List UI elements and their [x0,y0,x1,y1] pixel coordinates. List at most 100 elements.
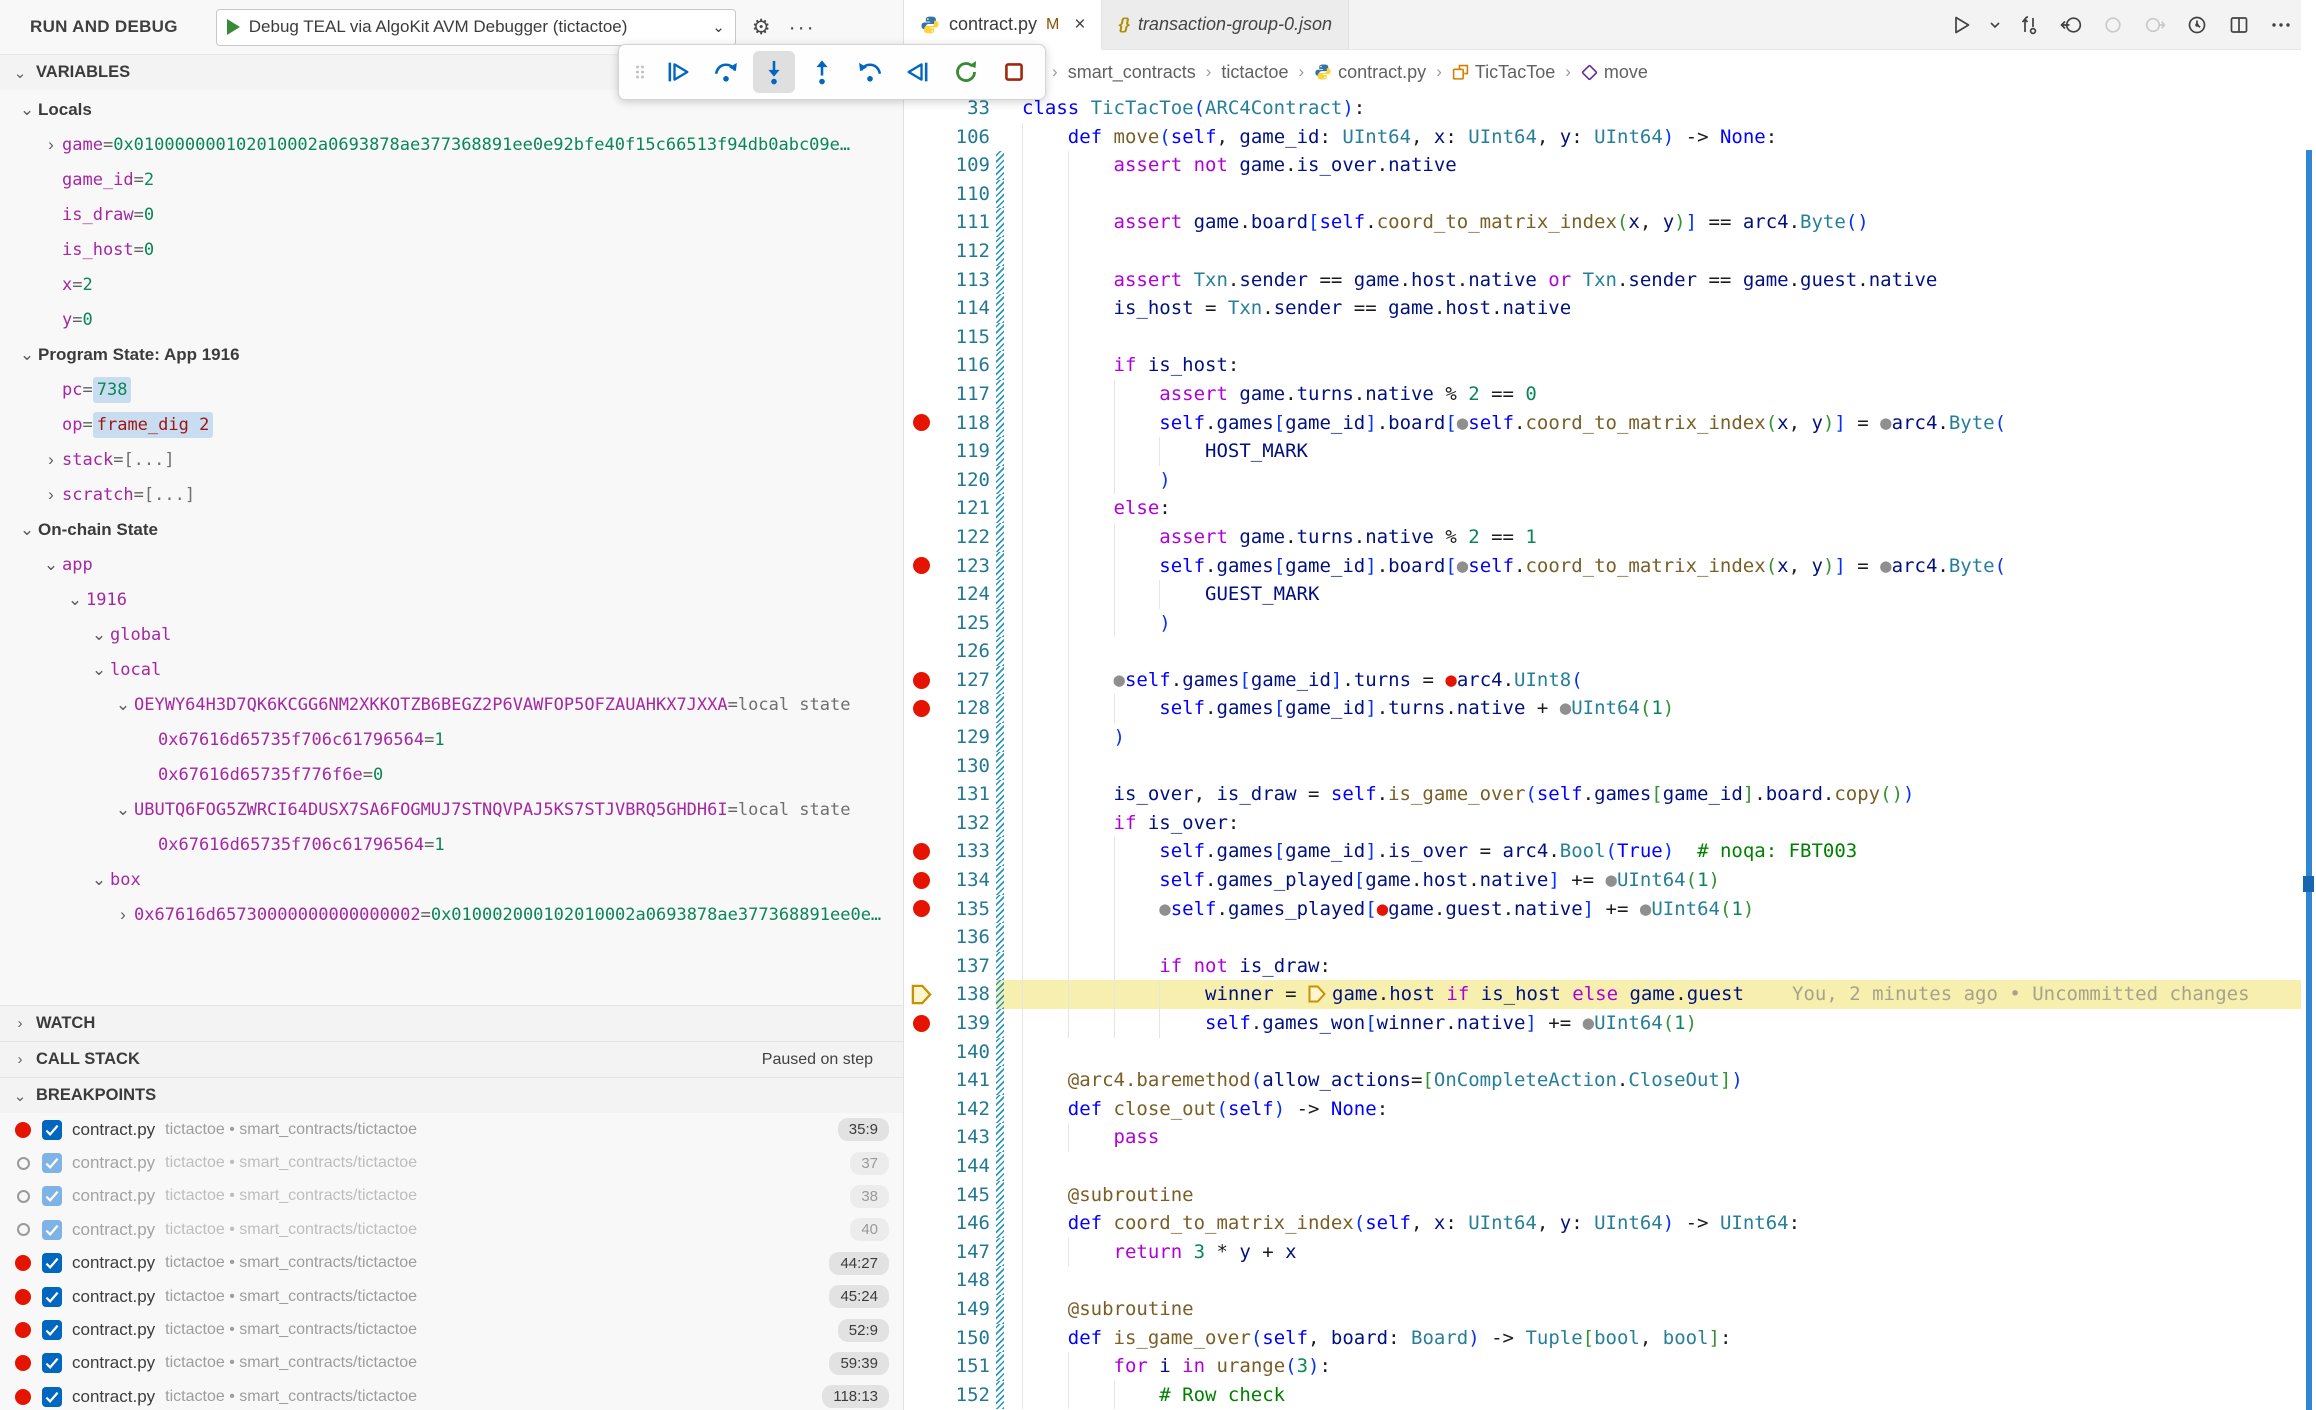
code-text[interactable]: self.games[game_id].board[●self.coord_to… [1004,409,2316,438]
code-line[interactable]: 116 if is_host: [904,351,2316,380]
variable-row[interactable]: ⌄UBUTQ6FOG5ZWRCI64DUSX7SA6FOGMUJ7STNQVPA… [0,792,903,827]
breakpoint-gutter[interactable] [904,723,938,752]
variable-row[interactable]: ›x = 2 [0,267,903,302]
code-text[interactable]: self.games_played[game.host.native] += ●… [1004,866,2316,895]
code-text[interactable] [1004,637,2316,666]
variable-row[interactable]: ⌄OEYWY64H3D7QK6KCGG6NM2XKKOTZB6BEGZ2P6VA… [0,687,903,722]
code-line[interactable]: 132 if is_over: [904,809,2316,838]
code-text[interactable]: @subroutine [1004,1181,2316,1210]
code-line[interactable]: 126 [904,637,2316,666]
variable-row[interactable]: ›is_draw = 0 [0,197,903,232]
debug-config-dropdown[interactable]: Debug TEAL via AlgoKit AVM Debugger (tic… [216,9,736,46]
code-editor[interactable]: 33class TicTacToe(ARC4Contract):106 def … [904,94,2316,1410]
code-text[interactable] [1004,237,2316,266]
code-text[interactable]: def close_out(self) -> None: [1004,1095,2316,1124]
breakpoint-row[interactable]: contract.pytictactoe • smart_contracts/t… [0,1247,903,1280]
code-line[interactable]: 147 return 3 * y + x [904,1238,2316,1267]
code-line[interactable]: 128 self.games[game_id].turns.native + ●… [904,694,2316,723]
code-line[interactable]: 143 pass [904,1123,2316,1152]
variable-row[interactable]: ›pc = 738 [0,372,903,407]
chevron-down-icon[interactable]: ⌄ [88,625,110,645]
breakpoint-gutter[interactable] [904,266,938,295]
code-line[interactable]: 111 assert game.board[self.coord_to_matr… [904,208,2316,237]
chevron-down-icon[interactable]: ⌄ [88,660,110,680]
go-back-icon[interactable] [2096,8,2130,42]
code-text[interactable]: assert not game.is_over.native [1004,151,2316,180]
variable-row[interactable]: ›0x67616d65730000000000000002 = 0x010002… [0,897,903,932]
breakpoint-gutter[interactable] [904,1324,938,1353]
code-line[interactable]: 120 ) [904,466,2316,495]
previous-change-icon[interactable] [2054,8,2088,42]
breakpoint-dot[interactable] [904,666,938,695]
breakpoint-gutter[interactable] [904,1266,938,1295]
scope-row[interactable]: ⌄On-chain State [0,512,903,547]
breakpoint-checkbox[interactable] [42,1220,62,1240]
variable-row[interactable]: ›is_host = 0 [0,232,903,267]
code-text[interactable]: class TicTacToe(ARC4Contract): [1004,94,2316,123]
call-stack-section-header[interactable]: › CALL STACK Paused on step [0,1041,903,1077]
code-text[interactable]: def coord_to_matrix_index(self, x: UInt6… [1004,1209,2316,1238]
code-text[interactable]: self.games[game_id].turns.native + ●UInt… [1004,694,2316,723]
variable-row[interactable]: ›0x67616d65735f776f6e = 0 [0,757,903,792]
code-text[interactable]: is_host = Txn.sender == game.host.native [1004,294,2316,323]
code-line[interactable]: 136 [904,923,2316,952]
code-line[interactable]: 125 ) [904,609,2316,638]
more-actions-icon[interactable] [2264,8,2298,42]
code-line[interactable]: 137 if not is_draw: [904,952,2316,981]
compare-changes-icon[interactable] [2012,8,2046,42]
breakpoint-row[interactable]: contract.pytictactoe • smart_contracts/t… [0,1113,903,1146]
breadcrumb-item-tictactoe[interactable]: tictactoe [1221,62,1288,83]
code-text[interactable]: assert game.turns.native % 2 == 0 [1004,380,2316,409]
code-line[interactable]: 150 def is_game_over(self, board: Board)… [904,1324,2316,1353]
variable-row[interactable]: ›game = 0x010000000102010002a0693878ae37… [0,127,903,162]
current-instruction-gutter-icon[interactable] [904,980,938,1009]
code-line[interactable]: 109 assert not game.is_over.native [904,151,2316,180]
code-line[interactable]: 148 [904,1266,2316,1295]
code-text[interactable]: self.games[game_id].is_over = arc4.Bool(… [1004,837,2316,866]
breakpoint-gutter[interactable] [904,609,938,638]
code-line[interactable]: 141 @arc4.baremethod(allow_actions=[OnCo… [904,1066,2316,1095]
breakpoint-checkbox[interactable] [42,1120,62,1140]
code-line[interactable]: 121 else: [904,494,2316,523]
timeline-icon[interactable] [2180,8,2214,42]
continue-button[interactable] [657,51,699,93]
breakpoint-gutter[interactable] [904,1095,938,1124]
breakpoints-section-header[interactable]: ⌄ BREAKPOINTS [0,1077,903,1113]
breakpoint-gutter[interactable] [904,1038,938,1067]
breakpoint-checkbox[interactable] [42,1186,62,1206]
variable-row[interactable]: ›op = frame_dig 2 [0,407,903,442]
breakpoint-gutter[interactable] [904,637,938,666]
code-text[interactable]: for i in urange(3): [1004,1352,2316,1381]
code-text[interactable] [1004,923,2316,952]
breakpoint-gutter[interactable] [904,1209,938,1238]
breakpoint-row[interactable]: contract.pytictactoe • smart_contracts/t… [0,1313,903,1346]
breakpoint-gutter[interactable] [904,1123,938,1152]
breakpoint-gutter[interactable] [904,1066,938,1095]
chevron-down-icon[interactable]: ⌄ [40,555,62,575]
code-line[interactable]: 140 [904,1038,2316,1067]
breakpoint-gutter[interactable] [904,380,938,409]
variable-row[interactable]: ⌄local [0,652,903,687]
code-line[interactable]: 142 def close_out(self) -> None: [904,1095,2316,1124]
code-text[interactable]: if is_over: [1004,809,2316,838]
step-over-button[interactable] [705,51,747,93]
breakpoint-gutter[interactable] [904,523,938,552]
code-text[interactable]: @subroutine [1004,1295,2316,1324]
breakpoint-row[interactable]: contract.pytictactoe • smart_contracts/t… [0,1180,903,1213]
code-text[interactable]: # Row check [1004,1381,2316,1410]
code-line[interactable]: 146 def coord_to_matrix_index(self, x: U… [904,1209,2316,1238]
code-text[interactable]: self.games_won[winner.native] += ●UInt64… [1004,1009,2316,1038]
code-line[interactable]: 135 ●self.games_played[●game.guest.nativ… [904,895,2316,924]
chevron-down-icon[interactable]: ⌄ [16,345,38,365]
breakpoint-gutter[interactable] [904,294,938,323]
chevron-down-icon[interactable]: ⌄ [112,800,134,820]
gear-icon[interactable]: ⚙ [750,15,773,40]
code-text[interactable] [1004,180,2316,209]
chevron-right-icon[interactable]: › [40,450,62,470]
breakpoint-gutter[interactable] [904,1152,938,1181]
tab-transaction-group-json[interactable]: {} transaction-group-0.json [1102,0,1349,49]
code-line[interactable]: 131 is_over, is_draw = self.is_game_over… [904,780,2316,809]
restart-button[interactable] [945,51,987,93]
breadcrumb-item-move[interactable]: move [1581,62,1648,83]
breakpoint-gutter[interactable] [904,1352,938,1381]
